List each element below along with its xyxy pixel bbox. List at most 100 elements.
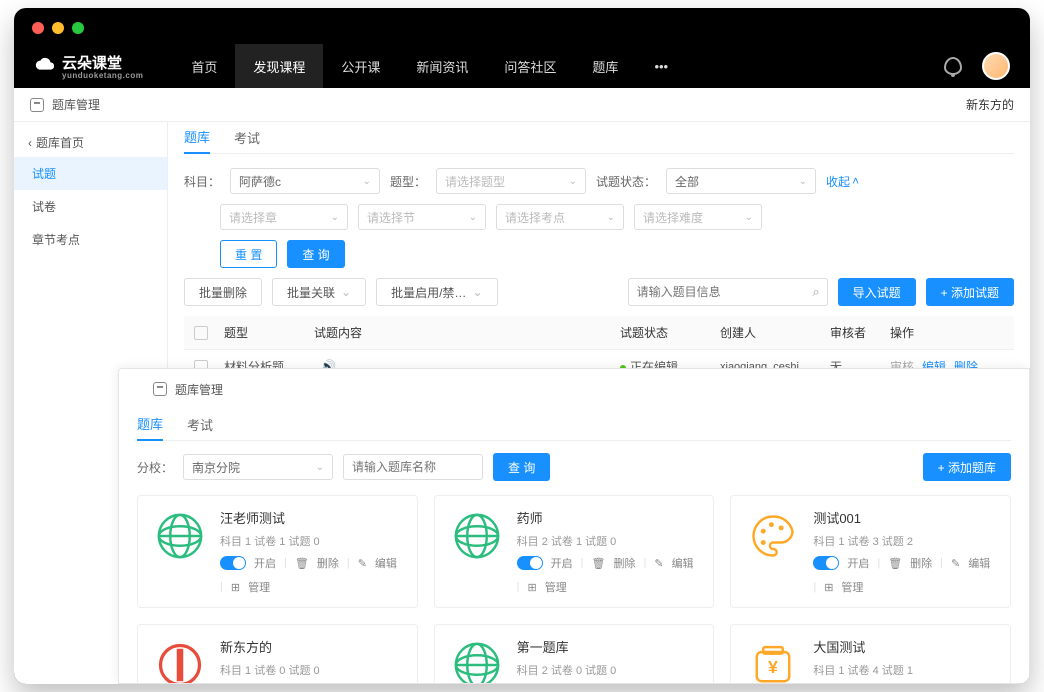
sidebar-item-questions[interactable]: 试题 [14,157,167,190]
maximize-window-icon[interactable] [72,22,84,34]
search-icon[interactable]: ⌕ [812,284,819,300]
add-bank-button[interactable]: + 添加题库 [923,453,1011,481]
bank-card-meta: 科目 2 试卷 1 试题 0 [517,533,700,549]
filter-section-select[interactable]: 请选择节⌄ [358,204,486,230]
edit-label[interactable]: 编辑 [672,555,694,571]
notifications-icon[interactable] [944,57,962,75]
nav-discover-courses[interactable]: 发现课程 [235,44,323,88]
breadcrumb-context: 新东方的 [966,96,1014,113]
collapse-label: 收起 [826,173,850,190]
filter-type-placeholder: 请选择题型 [445,173,505,190]
svg-text:¥: ¥ [768,657,778,677]
bank-card-icon [449,637,505,684]
module-icon [30,98,44,112]
table-header: 题型 试题内容 试题状态 创建人 审核者 操作 [184,316,1014,350]
filter-point-select[interactable]: 请选择考点⌄ [496,204,624,230]
branch-select[interactable]: 南京分院 ⌄ [183,454,333,480]
trash-icon[interactable]: 🗑 [888,557,902,570]
edit-icon[interactable]: ✎ [358,557,367,570]
bank-card-meta: 科目 1 试卷 0 试题 0 [220,662,403,678]
bank-card-grid: 汪老师测试科目 1 试卷 1 试题 0开启|🗑删除|✎编辑|⊞管理药师科目 2 … [137,495,1011,684]
tab-bank[interactable]: 题库 [184,122,210,154]
filter-collapse-toggle[interactable]: 收起 ˄ [826,173,859,190]
nav-question-bank[interactable]: 题库 [574,44,636,88]
nav-more[interactable]: ••• [636,44,686,88]
col-ops: 操作 [890,324,1010,341]
chevron-down-icon: ⌄ [316,462,324,473]
lower-tab-exam[interactable]: 考试 [187,409,213,441]
tab-exam[interactable]: 考试 [234,122,260,154]
enable-toggle[interactable] [517,556,543,570]
edit-icon[interactable]: ✎ [951,557,960,570]
bank-name-input[interactable] [352,460,474,474]
manage-label[interactable]: 管理 [545,579,567,595]
bank-card-meta: 科目 1 试卷 4 试题 1 [813,662,996,678]
filter-status-select[interactable]: 全部 ⌄ [666,168,816,194]
filter-subject-select[interactable]: 阿萨德c ⌄ [230,168,380,194]
question-search-input[interactable] [628,278,828,306]
bank-card-icon [449,508,505,564]
bank-card-title: 大国测试 [813,637,996,656]
nav-qa[interactable]: 问答社区 [486,44,574,88]
branch-value: 南京分院 [192,459,240,476]
bulk-delete-button[interactable]: 批量删除 [184,278,262,306]
grid-icon[interactable]: ⊞ [824,581,833,594]
sidebar-item-papers[interactable]: 试卷 [14,190,167,223]
brand-logo[interactable]: 云朵课堂 yunduoketang.com [34,52,143,80]
nav-news[interactable]: 新闻资讯 [398,44,486,88]
bulk-relate-select[interactable]: 批量关联 ⌄ [272,278,366,306]
bank-card-ops: 开启|🗑删除|✎编辑|⊞管理 [813,555,996,595]
filter-difficulty-select[interactable]: 请选择难度⌄ [634,204,762,230]
delete-label[interactable]: 删除 [613,555,635,571]
user-avatar[interactable] [982,52,1010,80]
reset-button[interactable]: 重 置 [220,240,277,268]
delete-label[interactable]: 删除 [910,555,932,571]
bank-card: 新东方的科目 1 试卷 0 试题 0开启|🗑删除|✎编辑|⊞管理 [137,624,418,684]
breadcrumb: 题库管理 新东方的 [14,88,1030,122]
bank-card: 测试001科目 1 试卷 3 试题 2开启|🗑删除|✎编辑|⊞管理 [730,495,1011,608]
filter-subject-label: 科目： [184,173,220,190]
bulk-enable-select[interactable]: 批量启用/禁… ⌄ [376,278,497,306]
lower-query-button[interactable]: 查 询 [493,453,550,481]
logo-text: 云朵课堂 [62,52,143,73]
filter-chapter-select[interactable]: 请选择章⌄ [220,204,348,230]
bank-card-ops: 开启|🗑删除|✎编辑|⊞管理 [220,555,403,595]
edit-icon[interactable]: ✎ [654,557,663,570]
sidebar-item-chapter-points[interactable]: 章节考点 [14,223,167,256]
add-question-button[interactable]: + 添加试题 [926,278,1014,306]
edit-label[interactable]: 编辑 [968,555,990,571]
toggle-label: 开启 [847,555,869,571]
filter-type-label: 题型： [390,173,426,190]
manage-label[interactable]: 管理 [248,579,270,595]
grid-icon[interactable]: ⊞ [231,581,240,594]
edit-label[interactable]: 编辑 [375,555,397,571]
select-all-checkbox[interactable] [194,326,208,340]
enable-toggle[interactable] [813,556,839,570]
filter-status-label: 试题状态： [596,173,656,190]
import-questions-button[interactable]: 导入试题 [838,278,916,306]
content-tabs: 题库 考试 [184,122,1014,154]
toggle-label: 开启 [254,555,276,571]
sidebar-back[interactable]: ‹ 题库首页 [14,128,167,157]
delete-label[interactable]: 删除 [317,555,339,571]
nav-open-courses[interactable]: 公开课 [323,44,398,88]
chevron-left-icon: ‹ [28,136,32,150]
trash-icon[interactable]: 🗑 [295,557,309,570]
chevron-down-icon: ⌄ [472,285,482,299]
chevron-down-icon: ⌄ [469,212,477,223]
lower-tab-bank[interactable]: 题库 [137,409,163,441]
query-button[interactable]: 查 询 [287,240,344,268]
filter-status-value: 全部 [675,173,699,190]
nav-home[interactable]: 首页 [173,44,235,88]
chevron-down-icon: ⌄ [607,212,615,223]
bank-card-icon [152,637,208,684]
close-window-icon[interactable] [32,22,44,34]
trash-icon[interactable]: 🗑 [592,557,606,570]
grid-icon[interactable]: ⊞ [528,581,537,594]
bank-card: ¥大国测试科目 1 试卷 4 试题 1开启|🗑删除|✎编辑|⊞管理 [730,624,1011,684]
manage-label[interactable]: 管理 [841,579,863,595]
bank-card-title: 第一题库 [517,637,700,656]
enable-toggle[interactable] [220,556,246,570]
minimize-window-icon[interactable] [52,22,64,34]
filter-type-select[interactable]: 请选择题型 ⌄ [436,168,586,194]
